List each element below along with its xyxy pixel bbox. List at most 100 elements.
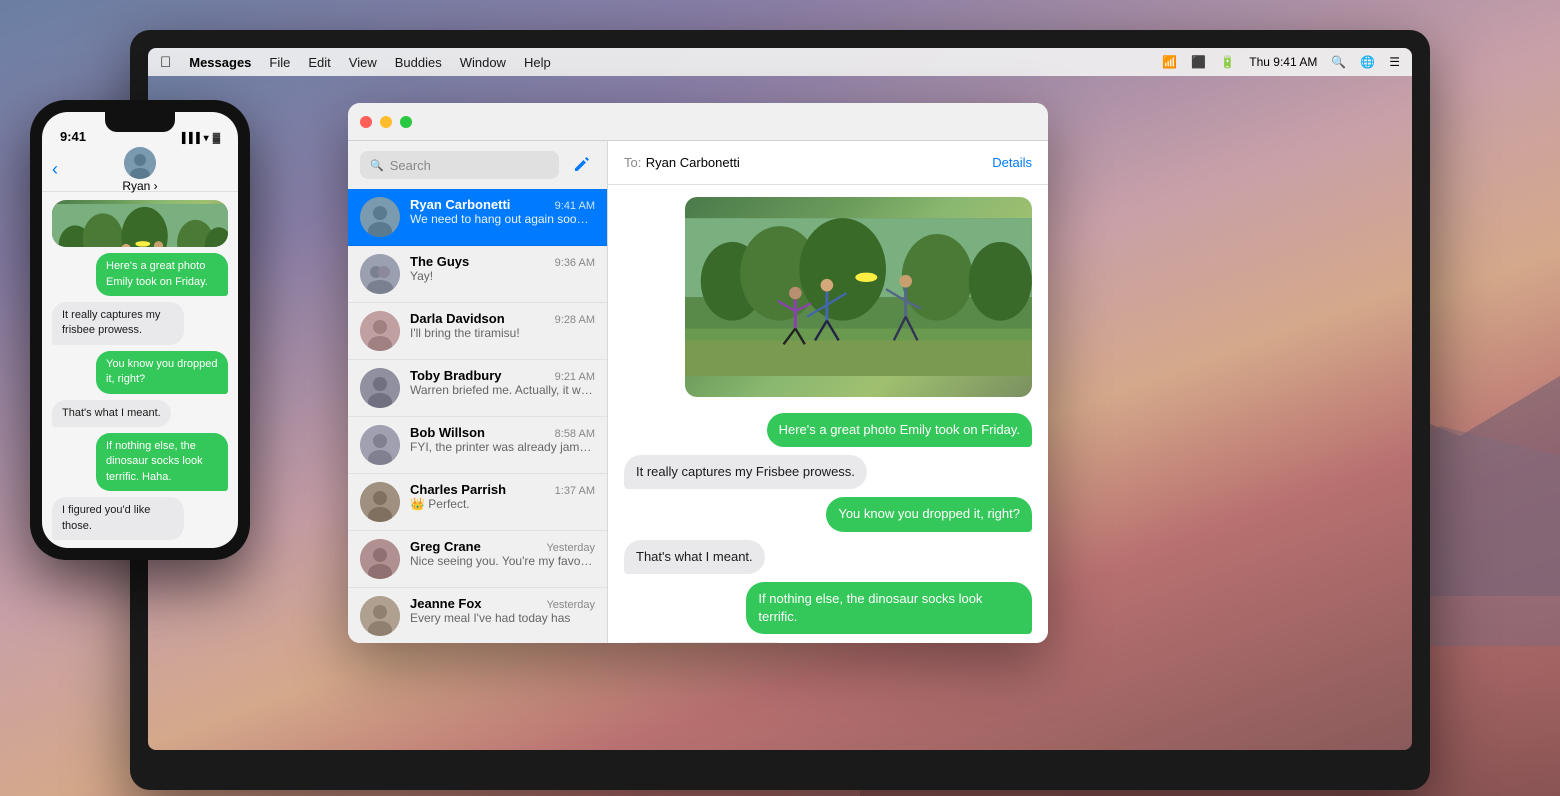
siri-icon[interactable]: 🌐 [1360,55,1375,69]
conv-preview-greg: Nice seeing you. You're my favorite pers… [410,554,595,568]
messages-window: 🔍 Search [348,103,1048,643]
conv-preview-ryan: We need to hang out again soon. Don't be… [410,212,595,226]
sidebar-header: 🔍 Search [348,141,607,189]
message-sent-3: If nothing else, the dinosaur socks look… [746,582,1032,634]
chat-recipient-name: Ryan Carbonetti [646,155,740,170]
menu-window[interactable]: Window [460,55,506,70]
conv-name-toby: Toby Bradbury [410,368,502,383]
conv-name-jeanne: Jeanne Fox [410,596,482,611]
close-button[interactable] [360,116,372,128]
conversation-item-guys[interactable]: The Guys 9:36 AM Yay! [348,246,607,303]
iphone-msg-sent-1: Here's a great photo Emily took on Frida… [96,253,228,296]
conversation-item-greg[interactable]: Greg Crane Yesterday Nice seeing you. Yo… [348,531,607,588]
menu-help[interactable]: Help [524,55,551,70]
conversation-item-darla[interactable]: Darla Davidson 9:28 AM I'll bring the ti… [348,303,607,360]
menu-view[interactable]: View [349,55,377,70]
chat-pane: To: Ryan Carbonetti Details [608,141,1048,643]
conv-preview-darla: I'll bring the tiramisu! [410,326,595,340]
conversation-item-ryan[interactable]: Ryan Carbonetti 9:41 AM We need to hang … [348,189,607,246]
minimize-button[interactable] [380,116,392,128]
iphone-chat-header: ‹ Ryan › [42,148,238,192]
battery-icon: 🔋 [1220,55,1235,69]
conv-header-toby: Toby Bradbury 9:21 AM [410,368,595,383]
iphone-contact-name: Ryan › [122,179,157,193]
details-button[interactable]: Details [992,155,1032,170]
conv-time-guys: 9:36 AM [555,257,595,269]
conv-header-darla: Darla Davidson 9:28 AM [410,311,595,326]
battery-icon-iphone: ▓ [213,133,220,144]
conv-name-bob: Bob Willson [410,425,485,440]
conv-header-charles: Charles Parrish 1:37 AM [410,482,595,497]
conv-preview-bob: FYI, the printer was already jammed when… [410,440,595,454]
iphone-screen: 9:41 ▐▐▐ ▾ ▓ ‹ Ryan › [42,112,238,548]
avatar-toby [360,368,400,408]
search-icon: 🔍 [370,159,384,172]
conv-content-greg: Greg Crane Yesterday Nice seeing you. Yo… [410,539,595,568]
notification-icon[interactable]: ☰ [1389,55,1400,69]
conv-time-jeanne: Yesterday [546,599,595,611]
conv-content-toby: Toby Bradbury 9:21 AM Warren briefed me.… [410,368,595,397]
conv-time-greg: Yesterday [546,542,595,554]
conv-header-greg: Greg Crane Yesterday [410,539,595,554]
iphone-contact-info[interactable]: Ryan › [122,147,157,193]
conv-header-guys: The Guys 9:36 AM [410,254,595,269]
wifi-icon-iphone: ▾ [204,133,209,144]
avatar-guys [360,254,400,294]
apple-menu[interactable]:  [160,54,171,71]
conversation-item-jeanne[interactable]: Jeanne Fox Yesterday Every meal I've had… [348,588,607,643]
iphone-status-icons: ▐▐▐ ▾ ▓ [178,133,220,144]
chat-to: To: Ryan Carbonetti [624,154,740,172]
sidebar: 🔍 Search [348,141,608,643]
conv-content-ryan: Ryan Carbonetti 9:41 AM We need to hang … [410,197,595,226]
avatar-greg [360,539,400,579]
conv-content-charles: Charles Parrish 1:37 AM 👑 Perfect. [410,482,595,511]
conv-header-bob: Bob Willson 8:58 AM [410,425,595,440]
conv-name-charles: Charles Parrish [410,482,506,497]
iphone-clock: 9:41 [60,129,86,144]
iphone-messages: Here's a great photo Emily took on Frida… [42,192,238,548]
iphone-msg-recv-2: That's what I meant. [52,400,171,427]
conv-time-darla: 9:28 AM [555,314,595,326]
menu-buddies[interactable]: Buddies [395,55,442,70]
wifi-icon: 📶 [1162,55,1177,69]
laptop-frame:  Messages File Edit View Buddies Window… [130,30,1430,790]
app-name: Messages [189,55,251,70]
airplay-icon: ⬛ [1191,55,1206,69]
iphone-notch [105,112,175,132]
conv-name-darla: Darla Davidson [410,311,505,326]
photo-message [685,197,1032,405]
iphone-msg-sent-2: You know you dropped it, right? [96,351,228,394]
conversation-item-charles[interactable]: Charles Parrish 1:37 AM 👑 Perfect. [348,474,607,531]
search-icon[interactable]: 🔍 [1331,55,1346,69]
message-sent-2: You know you dropped it, right? [826,497,1032,531]
menu-file[interactable]: File [269,55,290,70]
back-button[interactable]: ‹ [52,159,58,180]
maximize-button[interactable] [400,116,412,128]
to-label: To: [624,155,641,170]
conversation-item-bob[interactable]: Bob Willson 8:58 AM FYI, the printer was… [348,417,607,474]
conv-preview-guys: Yay! [410,269,595,283]
conv-time-toby: 9:21 AM [555,371,595,383]
iphone-frame: 9:41 ▐▐▐ ▾ ▓ ‹ Ryan › [30,100,250,560]
iphone-photo [52,200,228,247]
avatar-charles [360,482,400,522]
menu-edit[interactable]: Edit [308,55,330,70]
chat-photo [685,197,1032,397]
message-received-1: It really captures my Frisbee prowess. [624,455,867,489]
conv-name-greg: Greg Crane [410,539,481,554]
conv-time-ryan: 9:41 AM [555,200,595,212]
avatar-jeanne [360,596,400,636]
iphone-msg-recv-1: It really captures my frisbee prowess. [52,302,184,345]
conv-preview-toby: Warren briefed me. Actually, it wasn't t… [410,383,595,397]
conversation-item-toby[interactable]: Toby Bradbury 9:21 AM Warren briefed me.… [348,360,607,417]
conv-content-darla: Darla Davidson 9:28 AM I'll bring the ti… [410,311,595,340]
conv-header-jeanne: Jeanne Fox Yesterday [410,596,595,611]
chat-header: To: Ryan Carbonetti Details [608,141,1048,185]
conv-content-guys: The Guys 9:36 AM Yay! [410,254,595,283]
conv-content-bob: Bob Willson 8:58 AM FYI, the printer was… [410,425,595,454]
search-bar[interactable]: 🔍 Search [360,151,559,179]
message-sent-1: Here's a great photo Emily took on Frida… [767,413,1032,447]
compose-button[interactable] [567,151,595,179]
avatar-darla [360,311,400,351]
chat-messages: Here's a great photo Emily took on Frida… [608,185,1048,643]
